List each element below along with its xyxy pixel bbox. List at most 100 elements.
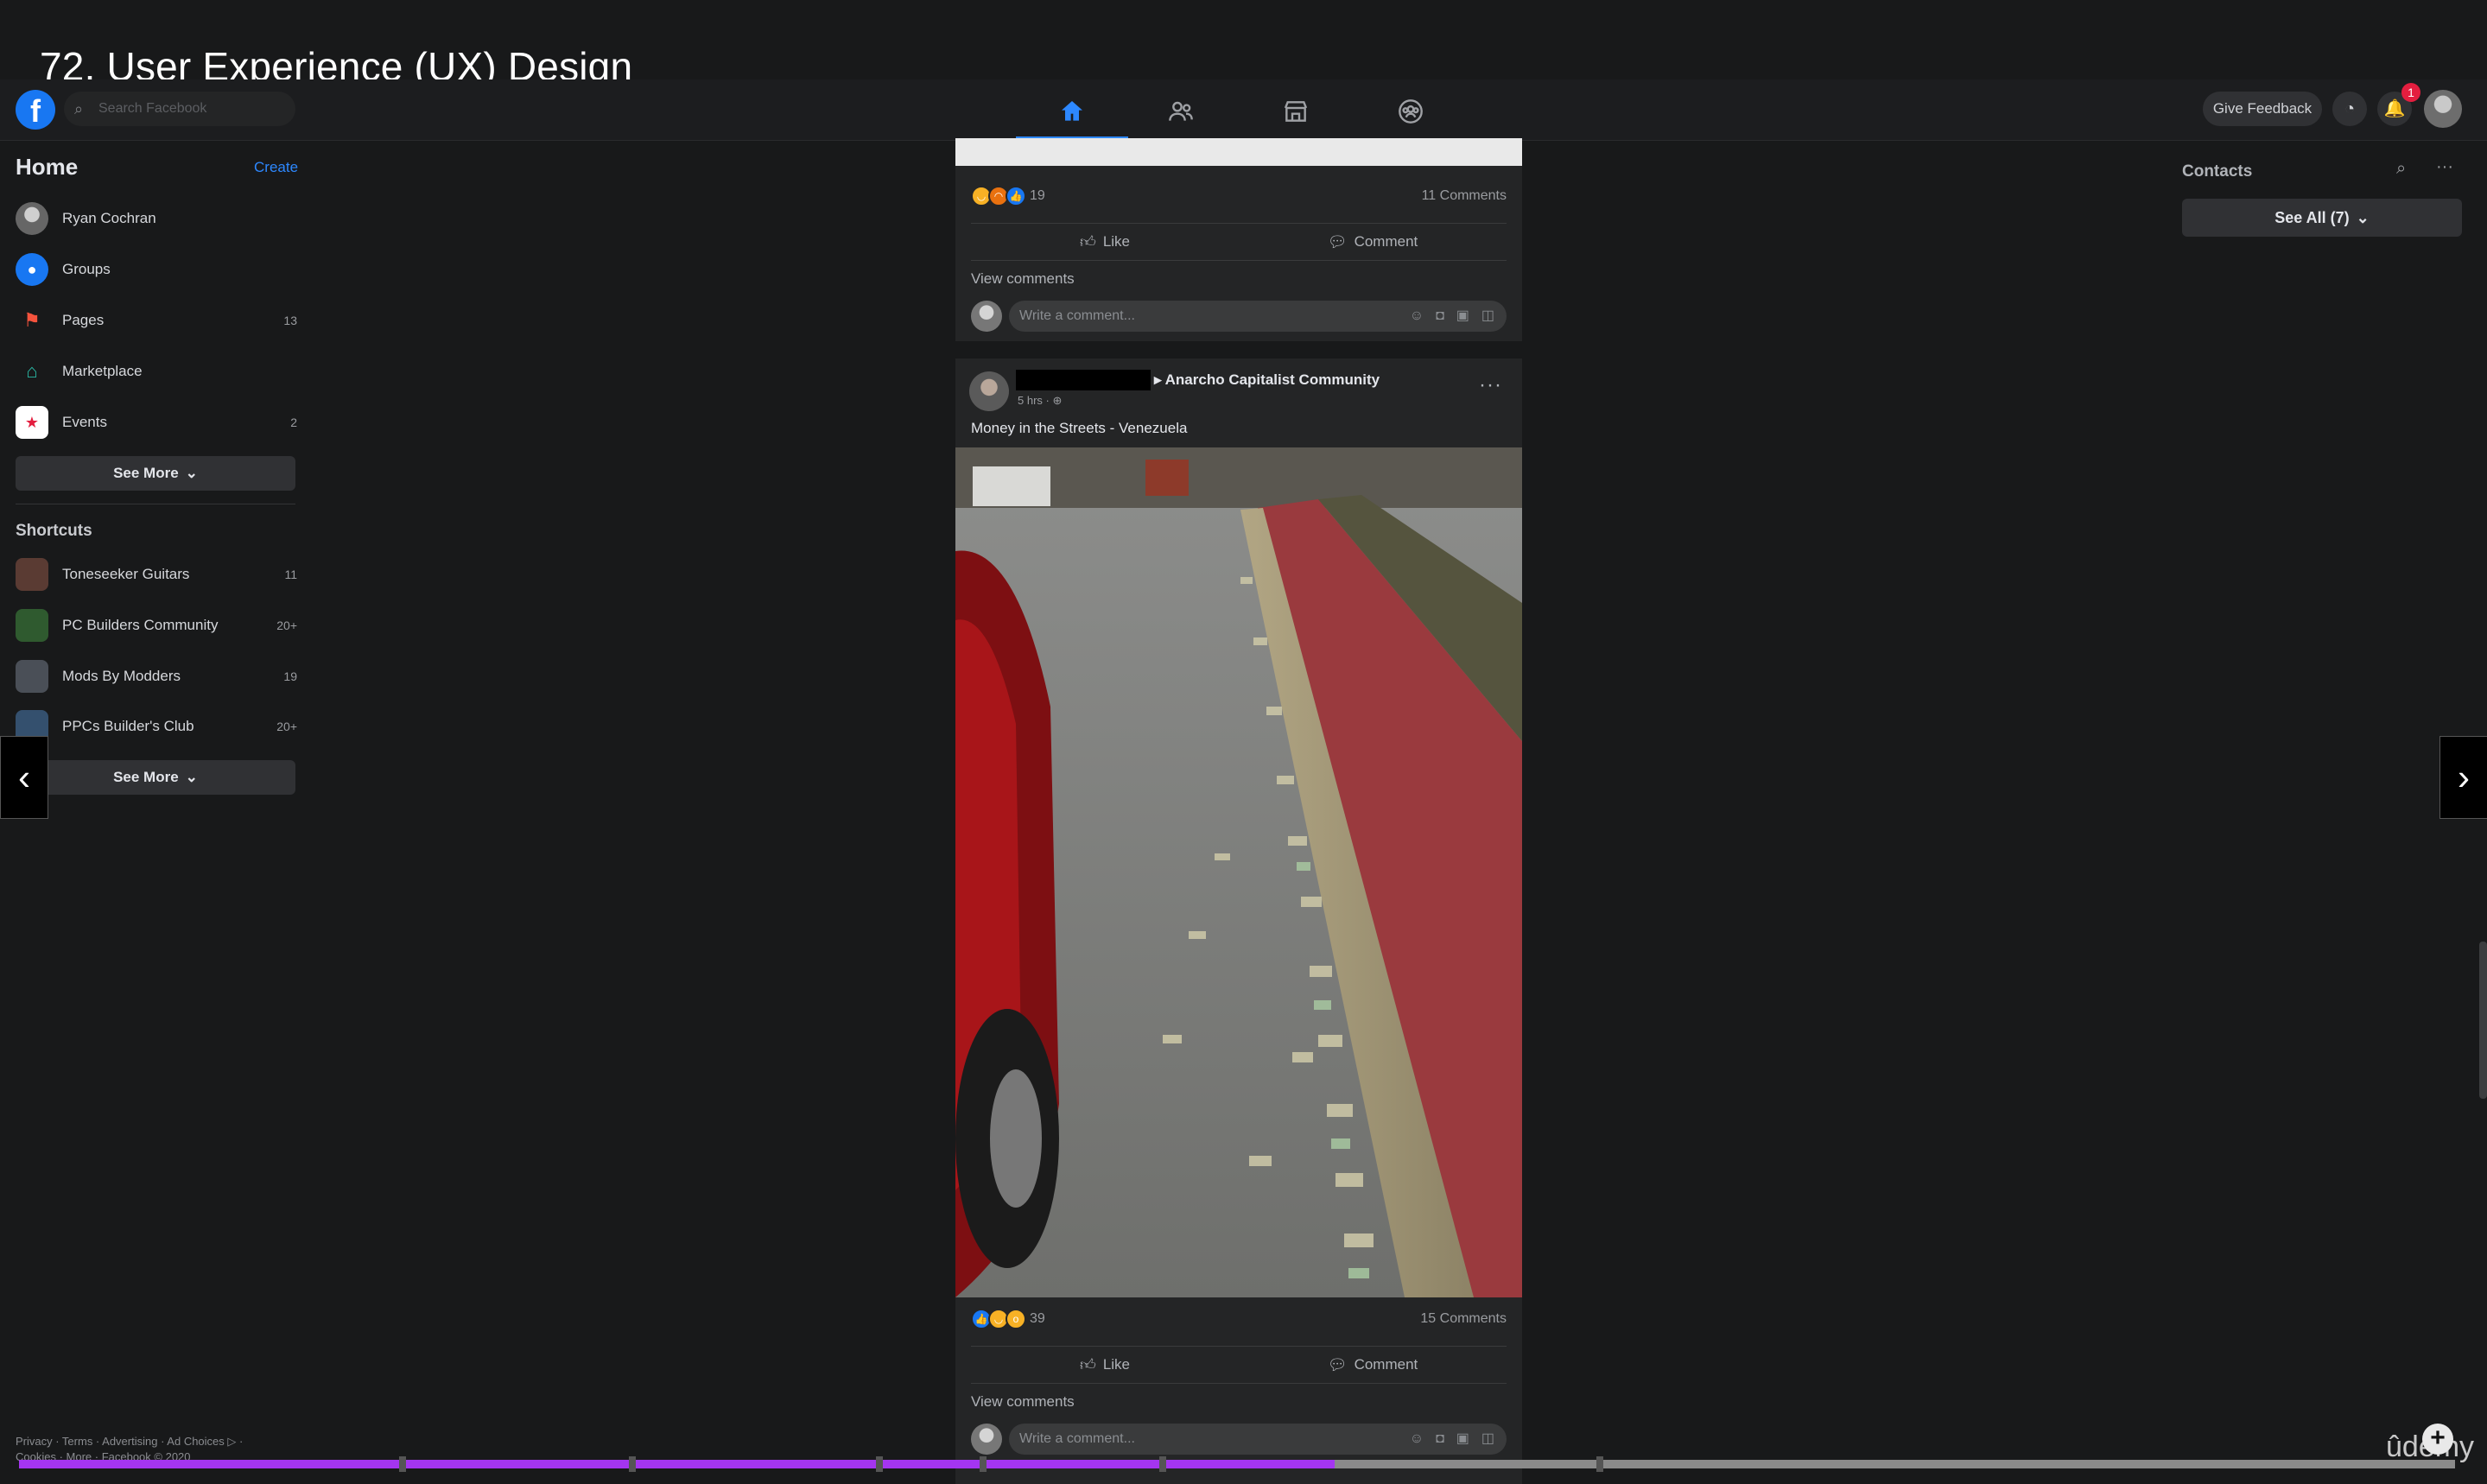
storefront-icon: ⌂ xyxy=(26,360,38,382)
chevron-down-icon: ⌄ xyxy=(185,769,198,785)
search-icon: ⌕ xyxy=(74,100,84,117)
redacted-author-name xyxy=(1016,370,1151,390)
chapter-marker[interactable] xyxy=(876,1456,883,1472)
sidebar-item-events[interactable]: ★ Events 2 xyxy=(16,403,297,442)
reaction-summary[interactable]: 👍 ◡ o 39 15 Comments xyxy=(971,1306,1507,1332)
like-button[interactable]: 👍︎ Like xyxy=(971,232,1239,251)
comment-composer: Write a comment... ☺ ◘ ▣ ◫ xyxy=(971,298,1507,334)
previous-slide-button[interactable]: ‹ xyxy=(0,736,48,819)
shortcut-label: PC Builders Community xyxy=(62,617,219,633)
shortcut-item[interactable]: Toneseeker Guitars 11 xyxy=(16,555,297,594)
sidebar-item-label: Pages xyxy=(62,312,105,328)
chapter-marker[interactable] xyxy=(399,1456,406,1472)
home-icon xyxy=(1062,101,1082,121)
see-all-contacts-button[interactable]: See All (7) ⌄ xyxy=(2182,199,2462,237)
shortcut-item[interactable]: PC Builders Community 20+ xyxy=(16,606,297,645)
tab-marketplace[interactable] xyxy=(1240,86,1352,136)
like-label: Like xyxy=(1102,233,1130,250)
search-placeholder: Search Facebook xyxy=(98,101,207,116)
post-photo[interactable] xyxy=(955,447,1522,1297)
groups-icon xyxy=(1399,99,1423,124)
sidebar-item-pages[interactable]: ⚑ Pages 13 xyxy=(16,301,297,340)
sidebar-item-count: 2 xyxy=(290,415,297,429)
facebook-logo[interactable]: f xyxy=(16,90,55,130)
see-more-label: See More xyxy=(113,465,179,481)
speech-bubble-icon: 💬︎ xyxy=(1327,232,1348,251)
chevron-down-icon: ⌄ xyxy=(2356,208,2370,226)
shortcut-count: 11 xyxy=(284,568,297,581)
chevron-left-icon: ‹ xyxy=(18,757,30,797)
avatar xyxy=(971,301,1002,332)
sidebar-item-groups[interactable]: ● Groups xyxy=(16,250,297,289)
chapter-marker[interactable] xyxy=(1596,1456,1603,1472)
post-timestamp[interactable]: 5 hrs · ⊕ xyxy=(1018,394,1062,408)
sidebar-item-label: Ryan Cochran xyxy=(62,210,156,226)
parked-car-white xyxy=(973,466,1050,506)
footer-line: Privacy · Terms · Advertising · Ad Choic… xyxy=(16,1435,244,1448)
sticker-icon[interactable]: ◫ xyxy=(1481,301,1494,332)
comment-label: Comment xyxy=(1354,233,1418,250)
chapter-marker[interactable] xyxy=(980,1456,987,1472)
reaction-summary[interactable]: ◡ ◠ 👍 19 11 Comments xyxy=(971,183,1507,209)
page-scrollbar[interactable] xyxy=(2479,942,2487,1099)
messenger-button[interactable]: ◔ xyxy=(2332,92,2367,126)
chevron-right-icon: › xyxy=(2458,757,2470,797)
shortcut-item[interactable]: PPCs Builder's Club 20+ xyxy=(16,707,297,746)
chevron-down-icon: ⌄ xyxy=(185,465,198,481)
see-more-button[interactable]: See More ⌄ xyxy=(16,456,295,491)
user-avatar-icon xyxy=(16,202,48,235)
post-image[interactable] xyxy=(955,138,1522,166)
post-group-name[interactable]: ▸ Anarcho Capitalist Community xyxy=(1154,371,1380,389)
shortcut-thumbnail-icon xyxy=(16,558,48,591)
shortcut-count: 20+ xyxy=(276,618,297,632)
view-comments-link[interactable]: View comments xyxy=(971,270,1075,288)
profile-avatar[interactable] xyxy=(2424,90,2462,128)
timestamp-label: 5 hrs xyxy=(1018,394,1043,407)
camera-icon[interactable]: ◘ xyxy=(1436,301,1444,332)
emoji-icon[interactable]: ☺ xyxy=(1410,301,1424,332)
search-icon[interactable]: ⌕ xyxy=(2396,159,2406,179)
comment-count[interactable]: 15 Comments xyxy=(1420,1311,1507,1327)
next-slide-button[interactable]: › xyxy=(2439,736,2487,819)
comment-placeholder: Write a comment... xyxy=(1019,308,1135,323)
comment-input[interactable]: Write a comment... ☺ ◘ ▣ ◫ xyxy=(1009,1424,1507,1455)
shortcut-count: 19 xyxy=(283,669,297,683)
shortcut-item[interactable]: Mods By Modders 19 xyxy=(16,656,297,696)
wow-reaction-icon: o xyxy=(1006,1309,1026,1329)
like-button[interactable]: 👍︎ Like xyxy=(971,1355,1239,1374)
tab-friends[interactable] xyxy=(1125,86,1237,136)
post-options-button[interactable]: ··· xyxy=(1479,373,1502,397)
sidebar-item-profile[interactable]: Ryan Cochran xyxy=(16,199,297,238)
view-comments-link[interactable]: View comments xyxy=(971,1393,1075,1411)
see-more-shortcuts-button[interactable]: See More ⌄ xyxy=(16,760,295,795)
globe-icon: ⊕ xyxy=(1052,394,1063,407)
more-dots-icon: ··· xyxy=(1479,373,1502,396)
comment-button[interactable]: 💬︎ Comment xyxy=(1239,1356,1507,1374)
comment-button[interactable]: 💬︎ Comment xyxy=(1239,233,1507,251)
sidebar-item-marketplace[interactable]: ⌂ Marketplace xyxy=(16,352,297,391)
gif-icon[interactable]: ▣ xyxy=(1456,1424,1469,1455)
notification-badge: 1 xyxy=(2401,83,2420,102)
see-all-label: See All (7) xyxy=(2274,208,2350,226)
create-link[interactable]: Create xyxy=(254,159,298,176)
reaction-count: 19 xyxy=(1030,188,1045,203)
comment-input[interactable]: Write a comment... ☺ ◘ ▣ ◫ xyxy=(1009,301,1507,332)
speech-bubble-icon: 💬︎ xyxy=(1327,1355,1348,1373)
tab-home[interactable] xyxy=(1016,86,1128,140)
camera-icon[interactable]: ◘ xyxy=(1436,1424,1444,1455)
comment-count[interactable]: 11 Comments xyxy=(1422,188,1507,204)
emoji-icon[interactable]: ☺ xyxy=(1410,1424,1424,1455)
chapter-marker[interactable] xyxy=(1159,1456,1166,1472)
give-feedback-button[interactable]: Give Feedback xyxy=(2203,92,2322,126)
tab-groups[interactable] xyxy=(1355,86,1467,136)
more-dots-icon[interactable]: ··· xyxy=(2436,157,2453,177)
messenger-icon: ◔ xyxy=(2344,99,2356,118)
comment-placeholder: Write a comment... xyxy=(1019,1431,1135,1446)
shortcut-thumbnail-icon xyxy=(16,609,48,642)
gif-icon[interactable]: ▣ xyxy=(1456,301,1469,332)
chapter-marker[interactable] xyxy=(629,1456,636,1472)
post-author-avatar[interactable] xyxy=(969,371,1009,411)
zoom-in-button[interactable]: + xyxy=(2422,1424,2453,1455)
search-input[interactable]: ⌕ Search Facebook xyxy=(64,92,295,126)
sticker-icon[interactable]: ◫ xyxy=(1481,1424,1494,1455)
